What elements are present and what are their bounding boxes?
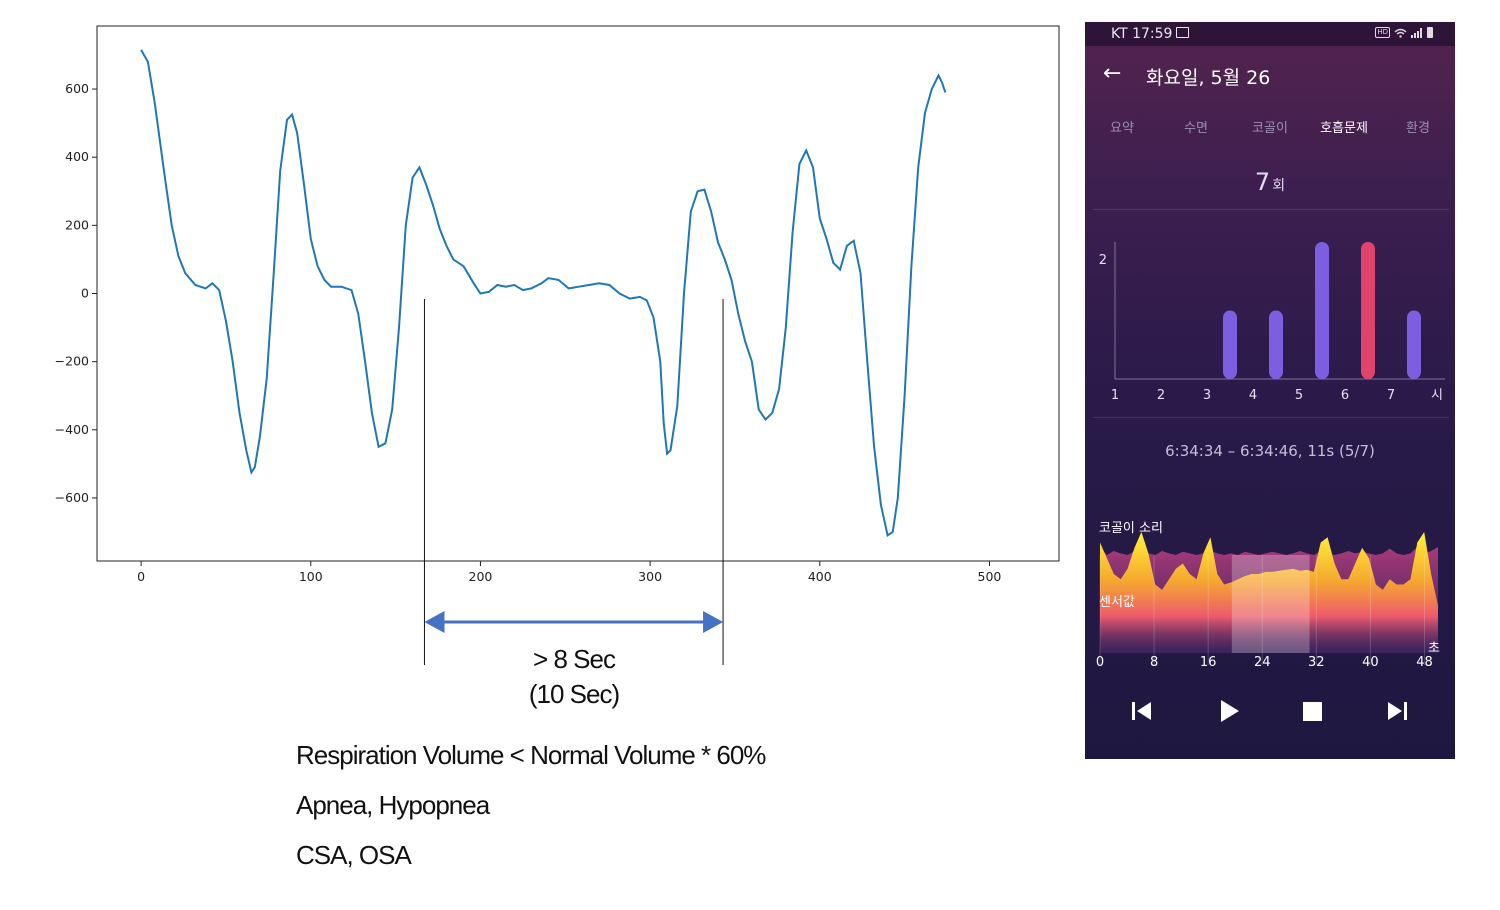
tab-sleep[interactable]: 수면 [1159,117,1233,136]
x-tick-label: 300 [638,569,662,584]
y-tick-label: 0 [81,286,89,301]
x-tick-label: 200 [469,569,493,584]
y-axis-ticks: 600 400 200 0 −200 −400 −600 [55,81,97,505]
note-respiration-volume: Respiration Volume < Normal Volume * 60% [296,740,766,770]
bar-x-tick-label: 3 [1203,388,1211,403]
status-icons: HD [1375,27,1433,38]
status-carrier-time: KT 17:59 [1111,26,1190,42]
x-tick-label: 500 [978,569,1002,584]
skip-next-icon[interactable] [1382,696,1412,726]
bar-chart-x-tick-labels: 1 2 3 4 5 6 7 시 [1111,388,1443,403]
y-tick-label: −600 [55,490,89,505]
bar-x-tick-label: 시 [1431,388,1443,403]
divider [1093,417,1449,418]
interval-duration-exact-label: (10 Sec) [529,679,620,709]
bar-x-tick-label: 6 [1341,388,1349,403]
hourly-bar[interactable] [1361,242,1375,379]
x-tick-label: 100 [299,569,323,584]
event-count-value: 7 [1254,168,1271,196]
tab-summary[interactable]: 요약 [1085,117,1159,136]
wifi-icon [1394,28,1407,38]
signal-icon [1411,27,1422,38]
snore-sound-label: 코골이 소리 [1099,521,1163,536]
hourly-bar[interactable] [1315,242,1329,379]
selected-event-highlight[interactable] [1231,555,1310,653]
y-tick-label: −200 [55,354,89,369]
play-icon[interactable] [1214,696,1244,726]
waveform-x-tick-label: 48 [1416,655,1433,670]
tab-breathing-problems[interactable]: 호흡문제 [1307,117,1381,136]
y-tick-label: 200 [65,217,89,232]
waveform-x-tick-label: 40 [1362,655,1379,670]
hd-icon: HD [1375,27,1390,38]
tab-bar: 요약 수면 코골이 호흡문제 환경 [1085,117,1455,145]
skip-previous-icon[interactable] [1127,696,1157,726]
selected-event-range: 6:34:34 – 6:34:46, 11s (5/7) [1165,442,1375,460]
waveform-x-unit-label: 초 [1428,641,1440,656]
divider [1093,209,1449,210]
sensor-value-label: 센서값 [1099,595,1135,610]
note-csa-osa: CSA, OSA [296,840,412,870]
bar-x-tick-label: 5 [1295,388,1303,403]
waveform-x-tick-label: 24 [1254,655,1271,670]
notes-block: Respiration Volume < Normal Volume * 60%… [296,736,766,886]
interval-double-arrow [424,611,724,633]
y-tick-label: 400 [65,149,89,164]
tab-snoring[interactable]: 코골이 [1233,117,1307,136]
waveform-x-tick-label: 16 [1200,655,1217,670]
x-axis-ticks: 0 100 200 300 400 500 [137,561,1001,584]
waveform-x-tick-label: 8 [1150,655,1158,670]
note-apnea-hypopnea: Apnea, Hypopnea [296,790,490,820]
status-bar: KT 17:59 HD [1085,22,1455,46]
interval-duration-label: > 8 Sec [533,644,616,674]
x-tick-label: 400 [808,569,832,584]
hourly-bar[interactable] [1407,310,1421,380]
page-title: 화요일, 5월 26 [1146,67,1271,89]
bar-chart-bars [1223,242,1421,379]
respiration-line-chart: 0 100 200 300 400 500 6004002000−200−400−600 … [55,25,1060,709]
gallery-icon [1176,27,1190,38]
app-header: ← 화요일, 5월 26 [1085,46,1455,106]
bar-x-tick-label: 1 [1111,388,1119,403]
phone-screen: KT 17:59 HD ← 화요일, 5월 26 요약 수면 코골이 호흡문제 … [1085,22,1455,759]
stop-icon[interactable] [1297,696,1327,726]
waveform-x-tick-label: 0 [1096,655,1104,670]
tab-environment[interactable]: 환경 [1381,117,1455,136]
event-count-unit: 회 [1272,178,1286,194]
battery-icon [1427,27,1433,38]
bar-x-tick-label: 4 [1249,388,1257,403]
y-tick-label: −400 [55,422,89,437]
bar-chart-y-tick-label: 2 [1099,253,1107,268]
arrow-left-icon[interactable]: ← [1103,62,1121,86]
waveform-x-tick-labels: 0 8 16 24 32 40 48 [1096,655,1433,670]
hourly-bar[interactable] [1269,310,1283,380]
snore-sensor-waveform: 코골이 소리 센서값 초 0 8 16 24 32 40 48 [1096,521,1440,670]
hourly-events-bar-chart: 2 1 2 3 4 5 6 7 시 [1099,242,1445,403]
event-count: 7회 [1085,168,1455,196]
plot-frame [96,25,1060,562]
waveform-x-tick-label: 32 [1308,655,1325,670]
bar-x-tick-label: 2 [1157,388,1165,403]
x-tick-label: 0 [137,569,145,584]
bar-x-tick-label: 7 [1387,388,1395,403]
hourly-bar[interactable] [1223,310,1237,380]
y-tick-label: 600 [65,81,89,96]
